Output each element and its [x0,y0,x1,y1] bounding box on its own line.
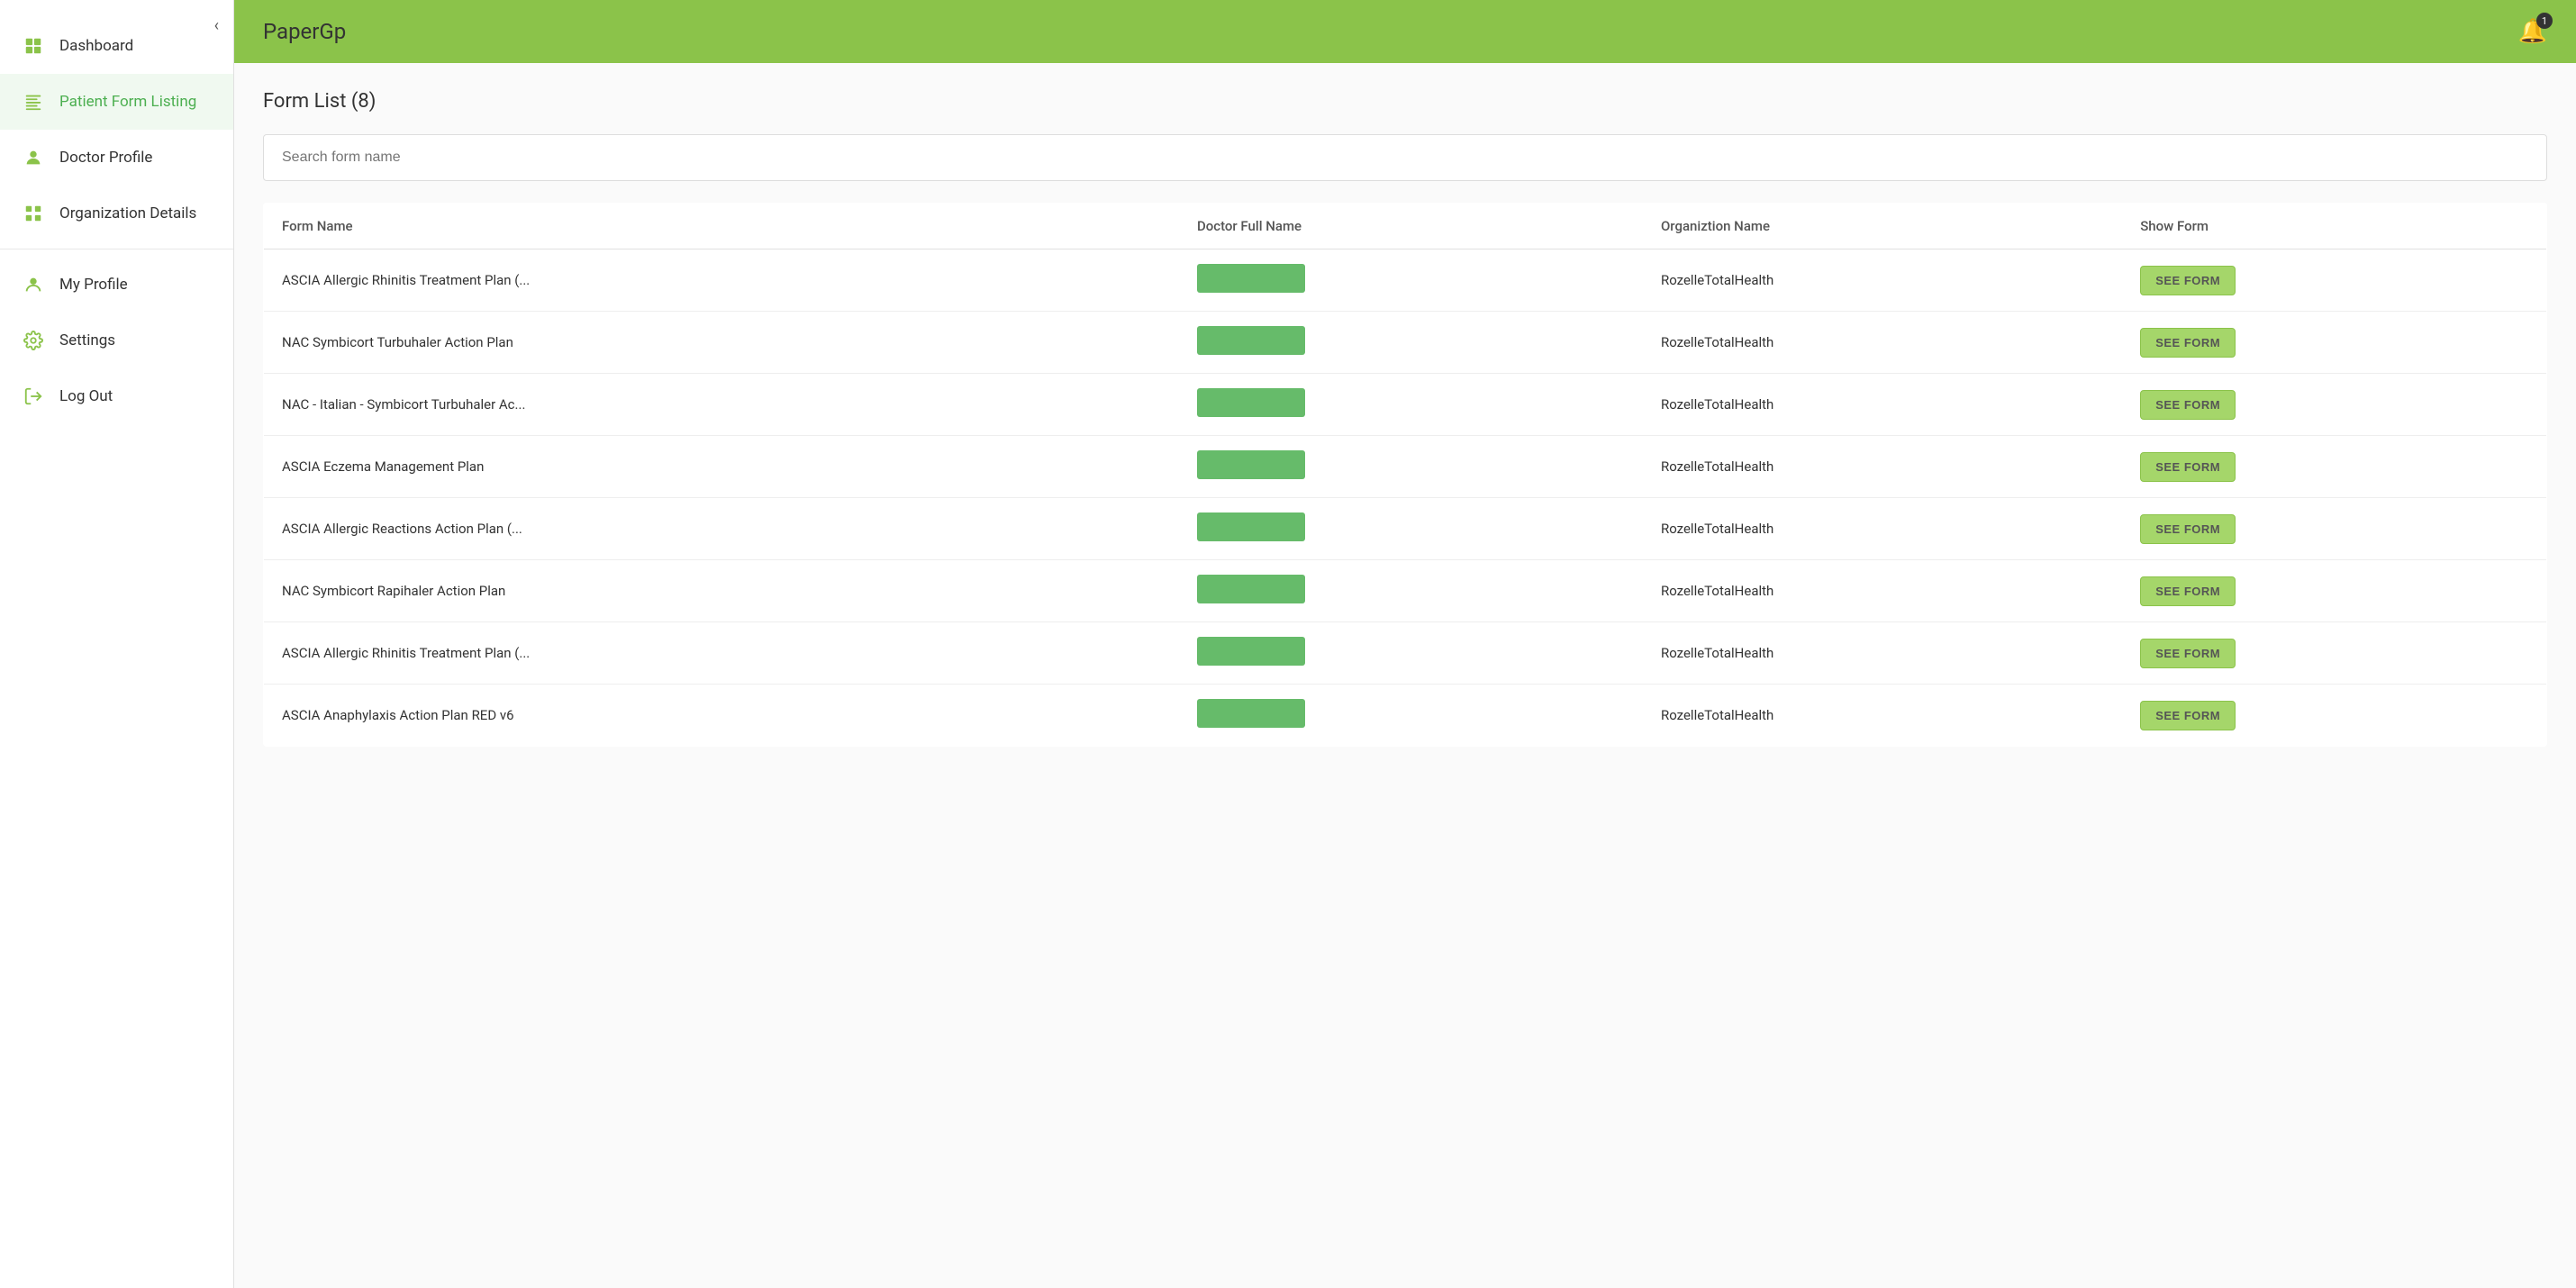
table-row: ASCIA Allergic Rhinitis Treatment Plan (… [264,249,2547,312]
form-name-cell: NAC Symbicort Rapihaler Action Plan [264,560,1179,622]
show-form-cell: SEE FORM [2122,249,2546,312]
header: PaperGp 🔔 1 [234,0,2576,63]
page-title: Form List (8) [263,90,2547,113]
bell-badge: 1 [2536,13,2553,29]
doctor-name-placeholder [1197,637,1305,666]
doctor-name-placeholder [1197,450,1305,479]
see-form-button[interactable]: SEE FORM [2140,328,2236,358]
table-header-row: Form Name Doctor Full Name Organiztion N… [264,204,2547,249]
sidebar-item-label: Settings [59,331,115,349]
sidebar-item-organization-details[interactable]: Organization Details [0,186,233,241]
doctor-name-placeholder [1197,699,1305,728]
form-name-cell: ASCIA Eczema Management Plan [264,436,1179,498]
see-form-button[interactable]: SEE FORM [2140,576,2236,606]
notification-bell[interactable]: 🔔 1 [2518,18,2547,45]
see-form-button[interactable]: SEE FORM [2140,266,2236,295]
table-row: ASCIA Eczema Management Plan RozelleTotal… [264,436,2547,498]
logout-icon [22,385,45,408]
sidebar-item-label: Dashboard [59,37,133,55]
show-form-cell: SEE FORM [2122,560,2546,622]
org-name-cell: RozelleTotalHealth [1643,249,2122,312]
gear-icon [22,329,45,352]
app-title: PaperGp [263,19,346,44]
col-doctor-name: Doctor Full Name [1179,204,1643,249]
content-area: Form List (8) Form Name Doctor Full Name… [234,63,2576,1288]
sidebar-item-settings[interactable]: Settings [0,313,233,368]
doctor-name-cell [1179,374,1643,436]
org-name-cell: RozelleTotalHealth [1643,685,2122,747]
search-input[interactable] [263,134,2547,181]
col-form-name: Form Name [264,204,1179,249]
org-name-cell: RozelleTotalHealth [1643,436,2122,498]
show-form-cell: SEE FORM [2122,685,2546,747]
form-name-cell: ASCIA Allergic Rhinitis Treatment Plan (… [264,249,1179,312]
form-table: Form Name Doctor Full Name Organiztion N… [263,203,2547,747]
doctor-name-placeholder [1197,512,1305,541]
table-row: NAC Symbicort Rapihaler Action Plan Rozel… [264,560,2547,622]
doctor-name-cell [1179,312,1643,374]
doctor-name-cell [1179,436,1643,498]
sidebar: ‹ Dashboard Patient Form Listing Doctor … [0,0,234,1288]
sidebar-nav: Dashboard Patient Form Listing Doctor Pr… [0,18,233,424]
see-form-button[interactable]: SEE FORM [2140,514,2236,544]
doctor-name-cell [1179,622,1643,685]
show-form-cell: SEE FORM [2122,436,2546,498]
see-form-button[interactable]: SEE FORM [2140,390,2236,420]
org-name-cell: RozelleTotalHealth [1643,560,2122,622]
doctor-name-placeholder [1197,575,1305,603]
sidebar-item-patient-form-listing[interactable]: Patient Form Listing [0,74,233,130]
doctor-name-placeholder [1197,264,1305,293]
form-name-cell: ASCIA Allergic Reactions Action Plan (..… [264,498,1179,560]
see-form-button[interactable]: SEE FORM [2140,452,2236,482]
table-row: ASCIA Allergic Reactions Action Plan (..… [264,498,2547,560]
form-name-cell: ASCIA Anaphylaxis Action Plan RED v6 [264,685,1179,747]
show-form-cell: SEE FORM [2122,498,2546,560]
sidebar-item-label: Log Out [59,387,113,405]
doctor-name-cell [1179,685,1643,747]
grid-list-icon [22,202,45,225]
doctor-name-placeholder [1197,388,1305,417]
org-name-cell: RozelleTotalHealth [1643,312,2122,374]
grid-icon [22,34,45,58]
show-form-cell: SEE FORM [2122,622,2546,685]
sidebar-collapse-button[interactable]: ‹ [214,16,219,35]
doctor-name-cell [1179,560,1643,622]
table-row: ASCIA Allergic Rhinitis Treatment Plan (… [264,622,2547,685]
list-icon [22,90,45,113]
doctor-name-placeholder [1197,326,1305,355]
sidebar-item-label: Patient Form Listing [59,93,196,111]
form-name-cell: NAC Symbicort Turbuhaler Action Plan [264,312,1179,374]
show-form-cell: SEE FORM [2122,374,2546,436]
sidebar-item-label: My Profile [59,276,128,294]
sidebar-item-label: Organization Details [59,204,196,222]
sidebar-item-dashboard[interactable]: Dashboard [0,18,233,74]
sidebar-item-my-profile[interactable]: My Profile [0,257,233,313]
form-name-cell: ASCIA Allergic Rhinitis Treatment Plan (… [264,622,1179,685]
person-circle-icon [22,146,45,169]
form-name-cell: NAC - Italian - Symbicort Turbuhaler Ac.… [264,374,1179,436]
table-row: ASCIA Anaphylaxis Action Plan RED v6 Roze… [264,685,2547,747]
table-row: NAC - Italian - Symbicort Turbuhaler Ac.… [264,374,2547,436]
org-name-cell: RozelleTotalHealth [1643,498,2122,560]
sidebar-item-label: Doctor Profile [59,149,152,167]
main-content: PaperGp 🔔 1 Form List (8) Form Name Doct… [234,0,2576,1288]
sidebar-item-log-out[interactable]: Log Out [0,368,233,424]
table-row: NAC Symbicort Turbuhaler Action Plan Roze… [264,312,2547,374]
see-form-button[interactable]: SEE FORM [2140,701,2236,730]
doctor-name-cell [1179,498,1643,560]
sidebar-item-doctor-profile[interactable]: Doctor Profile [0,130,233,186]
col-org-name: Organiztion Name [1643,204,2122,249]
person-icon [22,273,45,296]
see-form-button[interactable]: SEE FORM [2140,639,2236,668]
doctor-name-cell [1179,249,1643,312]
org-name-cell: RozelleTotalHealth [1643,374,2122,436]
org-name-cell: RozelleTotalHealth [1643,622,2122,685]
show-form-cell: SEE FORM [2122,312,2546,374]
col-show-form: Show Form [2122,204,2546,249]
